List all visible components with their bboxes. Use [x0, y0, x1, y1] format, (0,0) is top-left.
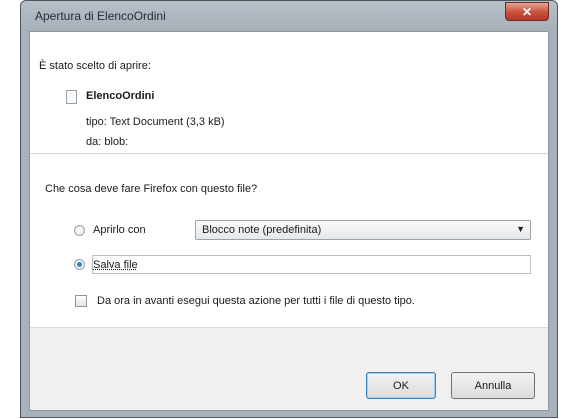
cancel-button[interactable]: Annulla [451, 372, 535, 399]
button-bar: OK Annulla [30, 327, 548, 410]
question-text: Che cosa deve fare Firefox con questo fi… [45, 183, 258, 195]
ok-button[interactable]: OK [366, 372, 436, 399]
title-bar[interactable]: Apertura di ElencoOrdini ✕ [21, 1, 557, 31]
document-icon [66, 90, 77, 104]
save-file-radio[interactable] [74, 259, 85, 270]
open-with-label[interactable]: Aprirlo con [93, 224, 146, 236]
remember-checkbox-label[interactable]: Da ora in avanti esegui questa azione pe… [97, 295, 415, 307]
open-with-select[interactable]: Blocco note (predefinita) ▼ [195, 220, 531, 240]
download-dialog-window: Apertura di ElencoOrdini ✕ È stato scelt… [20, 0, 558, 418]
save-file-label[interactable]: Salva file [93, 259, 138, 271]
file-name: ElencoOrdini [86, 90, 155, 102]
open-with-radio[interactable] [74, 225, 85, 236]
open-with-select-value: Blocco note (predefinita) [202, 224, 322, 236]
intro-text: È stato scelto di aprire: [39, 60, 151, 72]
remember-checkbox[interactable] [75, 295, 87, 307]
separator [30, 153, 548, 154]
close-button[interactable]: ✕ [505, 2, 549, 21]
file-source: da: blob: [86, 136, 129, 148]
window-title: Apertura di ElencoOrdini [35, 9, 166, 23]
save-file-row [92, 255, 531, 274]
close-icon: ✕ [521, 4, 533, 19]
chevron-down-icon: ▼ [516, 224, 525, 234]
dialog-content: È stato scelto di aprire: ElencoOrdini t… [29, 31, 549, 411]
file-type: tipo: Text Document (3,3 kB) [86, 116, 225, 128]
